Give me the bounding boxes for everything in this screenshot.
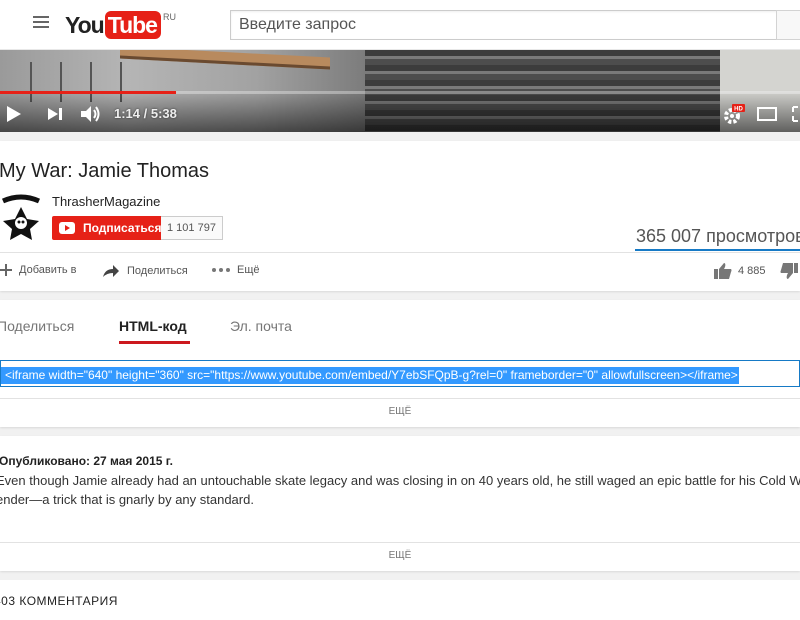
video-player[interactable]: 1:14 / 5:38 HD bbox=[0, 50, 800, 132]
description-more-button[interactable]: ЕЩЁ bbox=[0, 550, 800, 561]
hd-badge: HD bbox=[734, 107, 743, 113]
share-arrow-icon bbox=[103, 265, 119, 277]
like-button[interactable]: 4 885 bbox=[714, 263, 766, 279]
channel-name[interactable]: ThrasherMagazine bbox=[52, 194, 160, 209]
progress-bar[interactable] bbox=[0, 91, 800, 94]
more-dots-icon bbox=[212, 268, 230, 272]
search-button[interactable] bbox=[776, 10, 800, 40]
search-input[interactable] bbox=[230, 10, 792, 40]
share-button[interactable]: Поделиться bbox=[102, 264, 188, 278]
publish-date: Опубликовано: 27 мая 2015 г. bbox=[0, 454, 173, 468]
progress-played bbox=[0, 91, 176, 94]
comments-count: 403 КОММЕНТАРИЯ bbox=[0, 594, 118, 608]
description-line: Even though Jamie already had an untouch… bbox=[0, 473, 800, 488]
subscriber-count: 1 101 797 bbox=[161, 216, 223, 240]
tab-embed[interactable]: HTML-код bbox=[119, 318, 187, 334]
theater-mode-icon[interactable] bbox=[757, 107, 777, 121]
play-icon[interactable] bbox=[6, 105, 22, 123]
subscribe-button[interactable]: Подписаться bbox=[52, 216, 171, 240]
logo-you: You bbox=[65, 12, 105, 38]
like-ratio-bar bbox=[635, 249, 800, 251]
youtube-logo[interactable]: You Tube RU bbox=[65, 11, 176, 39]
embed-code-field[interactable]: <iframe width="640" height="360" src="ht… bbox=[0, 360, 800, 387]
masthead: You Tube RU bbox=[0, 0, 800, 50]
thumbs-up-icon bbox=[714, 263, 732, 279]
view-count: 365 007 просмотров bbox=[636, 226, 800, 246]
more-label: Ещё bbox=[237, 264, 260, 276]
channel-avatar[interactable] bbox=[0, 193, 42, 241]
add-to-button[interactable]: Добавить в bbox=[0, 264, 77, 276]
share-label: Поделиться bbox=[127, 265, 188, 277]
plus-icon bbox=[0, 264, 12, 276]
embed-code-text: <iframe width="640" height="360" src="ht… bbox=[1, 367, 739, 384]
like-count: 4 885 bbox=[738, 265, 766, 277]
logo-region: RU bbox=[162, 12, 176, 22]
description-card: Опубликовано: 27 мая 2015 г. Even though… bbox=[0, 436, 800, 571]
tab-email[interactable]: Эл. почта bbox=[230, 318, 292, 334]
share-more-button[interactable]: ЕЩЁ bbox=[0, 406, 800, 417]
fullscreen-icon[interactable] bbox=[792, 106, 800, 122]
settings-gear-icon[interactable]: HD bbox=[722, 103, 746, 125]
share-panel: Поделиться HTML-код Эл. почта <iframe wi… bbox=[0, 300, 800, 427]
more-actions-button[interactable]: Ещё bbox=[212, 264, 260, 276]
menu-icon[interactable] bbox=[33, 16, 49, 32]
divider bbox=[0, 252, 800, 253]
description-line: ender—a trick that is gnarly by any stan… bbox=[0, 492, 254, 507]
video-title: My War: Jamie Thomas bbox=[0, 160, 210, 182]
tab-share[interactable]: Поделиться bbox=[0, 318, 74, 334]
next-icon[interactable] bbox=[47, 107, 63, 121]
divider bbox=[0, 398, 800, 399]
time-display: 1:14 / 5:38 bbox=[114, 106, 177, 121]
divider bbox=[0, 542, 800, 543]
video-info-card: My War: Jamie Thomas ThrasherMagazine По… bbox=[0, 141, 800, 291]
logo-tube: Tube bbox=[104, 11, 161, 39]
active-tab-indicator bbox=[119, 341, 190, 344]
scene-rail bbox=[120, 50, 330, 70]
subscribe-label: Подписаться bbox=[83, 221, 162, 235]
comments-section: 403 КОММЕНТАРИЯ bbox=[0, 580, 800, 620]
add-to-label: Добавить в bbox=[19, 264, 77, 276]
thumbs-down-icon[interactable] bbox=[780, 263, 798, 279]
youtube-play-icon bbox=[59, 222, 75, 234]
volume-icon[interactable] bbox=[80, 105, 102, 123]
